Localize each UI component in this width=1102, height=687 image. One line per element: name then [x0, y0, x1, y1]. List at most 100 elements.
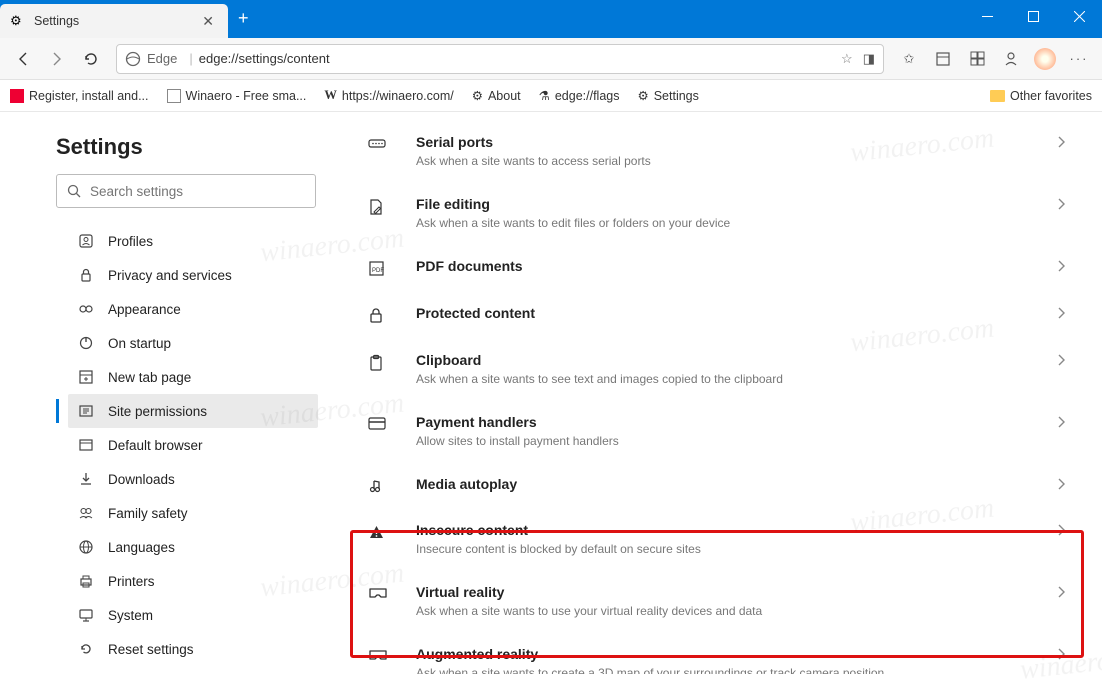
- nav-item-printers[interactable]: Printers: [68, 564, 318, 598]
- permission-desc: Ask when a site wants to see text and im…: [416, 372, 1048, 386]
- chevron-right-icon: [1058, 134, 1066, 148]
- settings-sidebar: Settings ProfilesPrivacy and servicesApp…: [0, 112, 348, 674]
- refresh-button[interactable]: [74, 42, 108, 76]
- titlebar: Settings ✕ +: [0, 0, 1102, 38]
- nav-label: On startup: [108, 336, 171, 351]
- permission-title: Clipboard: [416, 352, 1048, 368]
- nav-item-profiles[interactable]: Profiles: [68, 224, 318, 258]
- avatar-button[interactable]: [1028, 42, 1062, 76]
- nav-item-privacy-and-services[interactable]: Privacy and services: [68, 258, 318, 292]
- permission-text: Protected content: [416, 305, 1048, 321]
- nav-item-reset-settings[interactable]: Reset settings: [68, 632, 318, 666]
- nav-icon: [78, 471, 96, 487]
- permission-row-media-autoplay[interactable]: Media autoplay: [358, 462, 1080, 508]
- nav-label: New tab page: [108, 370, 191, 385]
- permission-row-clipboard[interactable]: Clipboard Ask when a site wants to see te…: [358, 338, 1080, 400]
- permission-text: PDF documents: [416, 258, 1048, 274]
- nav-item-downloads[interactable]: Downloads: [68, 462, 318, 496]
- permission-desc: Ask when a site wants to create a 3D map…: [416, 666, 1048, 674]
- nav-icon: [78, 403, 96, 419]
- nav-item-phone-and-other-devices[interactable]: Phone and other devices: [68, 666, 318, 674]
- chevron-right-icon: [1058, 196, 1066, 210]
- settings-nav: Profiles Privacy and services Appearance On…: [56, 224, 318, 674]
- nav-item-new-tab-page[interactable]: New tab page: [68, 360, 318, 394]
- bookmark-item[interactable]: Settings: [638, 88, 699, 103]
- permission-text: File editingAsk when a site wants to edi…: [416, 196, 1048, 230]
- permission-row-protected-content[interactable]: Protected content: [358, 291, 1080, 338]
- nav-label: Family safety: [108, 506, 188, 521]
- nav-item-site-permissions[interactable]: Site permissions: [68, 394, 318, 428]
- search-input[interactable]: [90, 184, 305, 199]
- profile-button[interactable]: [994, 42, 1028, 76]
- nav-label: Reset settings: [108, 642, 194, 657]
- nav-item-default-browser[interactable]: Default browser: [68, 428, 318, 462]
- bookmark-item[interactable]: Register, install and...: [10, 89, 149, 103]
- nav-item-system[interactable]: System: [68, 598, 318, 632]
- serial-icon: [368, 134, 406, 150]
- minimize-button[interactable]: [964, 0, 1010, 32]
- svg-text:PDF: PDF: [372, 268, 384, 274]
- other-favorites[interactable]: Other favorites: [990, 89, 1092, 103]
- back-button[interactable]: [6, 42, 40, 76]
- nav-item-languages[interactable]: Languages: [68, 530, 318, 564]
- address-bar[interactable]: Edge | edge://settings/content ☆ ◨: [116, 44, 884, 74]
- close-window-button[interactable]: [1056, 0, 1102, 32]
- nav-icon: [78, 335, 96, 351]
- address-url: edge://settings/content: [199, 51, 841, 66]
- nav-label: Downloads: [108, 472, 175, 487]
- reader-icon[interactable]: ◨: [863, 51, 875, 67]
- permission-row-file-editing[interactable]: File editingAsk when a site wants to edi…: [358, 182, 1080, 244]
- permission-title: Virtual reality: [416, 584, 1048, 600]
- chevron-right-icon: [1058, 584, 1066, 598]
- permission-row-payment-handlers[interactable]: Payment handlersAllow sites to install p…: [358, 400, 1080, 462]
- search-settings-box[interactable]: [56, 174, 316, 208]
- nav-label: Privacy and services: [108, 268, 232, 283]
- chevron-right-icon: [1058, 476, 1066, 490]
- forward-button[interactable]: [40, 42, 74, 76]
- nav-icon: [78, 573, 96, 589]
- maximize-button[interactable]: [1010, 0, 1056, 32]
- nav-icon: [78, 641, 96, 657]
- permission-desc: Ask when a site wants to use your virtua…: [416, 604, 1048, 618]
- close-tab-icon[interactable]: ✕: [198, 13, 218, 30]
- permission-desc: Ask when a site wants to edit files or f…: [416, 216, 1048, 230]
- permission-row-augmented-reality[interactable]: Augmented realityAsk when a site wants t…: [358, 632, 1080, 674]
- tab-title: Settings: [34, 14, 198, 28]
- permission-row-virtual-reality[interactable]: Virtual reality Ask when a site wants to …: [358, 570, 1080, 632]
- permission-row-serial-ports[interactable]: Serial portsAsk when a site wants to acc…: [358, 120, 1080, 182]
- favorites-button[interactable]: ✩: [892, 42, 926, 76]
- nav-item-family-safety[interactable]: Family safety: [68, 496, 318, 530]
- nav-item-appearance[interactable]: Appearance: [68, 292, 318, 326]
- new-tab-button[interactable]: +: [228, 0, 259, 37]
- permission-text: Insecure contentInsecure content is bloc…: [416, 522, 1048, 556]
- edge-icon: [125, 51, 141, 67]
- bookmark-item[interactable]: Winaero - Free sma...: [167, 89, 307, 103]
- nav-item-on-startup[interactable]: On startup: [68, 326, 318, 360]
- collections-button[interactable]: [926, 42, 960, 76]
- permission-row-insecure-content[interactable]: Insecure contentInsecure content is bloc…: [358, 508, 1080, 570]
- permission-desc: Insecure content is blocked by default o…: [416, 542, 1048, 556]
- toolbar: Edge | edge://settings/content ☆ ◨ ✩ ···: [0, 38, 1102, 80]
- address-separator: |: [189, 51, 192, 66]
- search-icon: [67, 184, 82, 199]
- menu-button[interactable]: ···: [1062, 42, 1096, 76]
- permission-text: Media autoplay: [416, 476, 1048, 492]
- nav-label: System: [108, 608, 153, 623]
- history-button[interactable]: [960, 42, 994, 76]
- chevron-right-icon: [1058, 646, 1066, 660]
- pdf-icon: PDF: [368, 258, 406, 277]
- address-prefix: Edge: [147, 51, 177, 66]
- permission-row-pdf-documents[interactable]: PDF PDF documents: [358, 244, 1080, 291]
- bookmark-item[interactable]: ⚗edge://flags: [539, 88, 620, 103]
- chevron-right-icon: [1058, 414, 1066, 428]
- bookmark-item[interactable]: Whttps://winaero.com/: [324, 88, 453, 103]
- browser-tab[interactable]: Settings ✕: [0, 4, 228, 38]
- vr-icon: [368, 584, 406, 600]
- file-icon: [368, 196, 406, 216]
- star-icon[interactable]: ☆: [841, 51, 853, 67]
- nav-icon: [78, 437, 96, 453]
- bookmark-item[interactable]: About: [472, 88, 521, 103]
- warning-icon: [368, 522, 406, 540]
- payment-icon: [368, 414, 406, 430]
- nav-label: Site permissions: [108, 404, 207, 419]
